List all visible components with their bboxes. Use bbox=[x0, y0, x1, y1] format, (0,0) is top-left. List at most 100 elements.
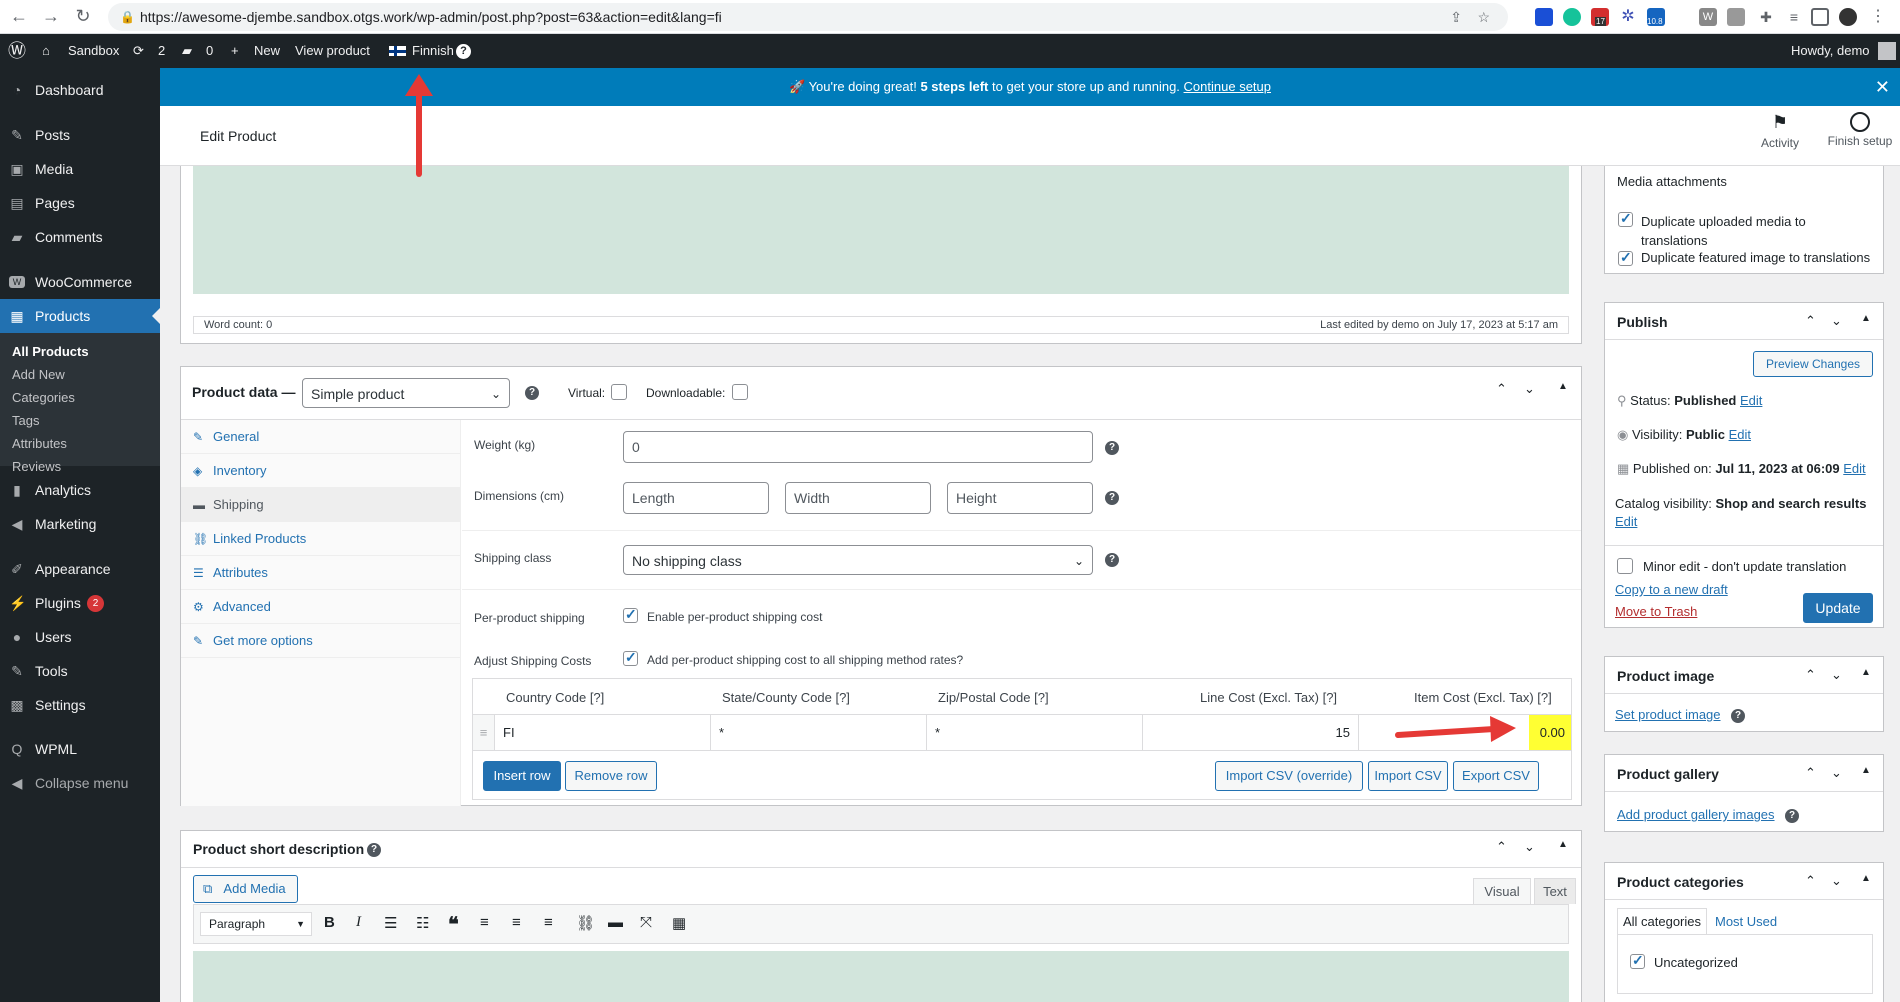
export-csv-button[interactable]: Export CSV bbox=[1453, 761, 1539, 791]
short-desc-canvas[interactable] bbox=[193, 951, 1569, 1002]
width-input[interactable]: Width bbox=[785, 482, 931, 514]
extension-counter-icon[interactable]: 10.8 bbox=[1647, 8, 1665, 26]
menu-users[interactable]: ● Users bbox=[0, 620, 160, 654]
help-icon[interactable]: ? bbox=[1785, 809, 1799, 823]
activity-button[interactable]: ⚑ Activity bbox=[1745, 112, 1815, 150]
updates-icon[interactable]: ⟳ bbox=[133, 34, 144, 68]
submenu-reviews[interactable]: Reviews bbox=[12, 456, 61, 474]
submenu-all-products[interactable]: All Products bbox=[12, 341, 89, 363]
fullscreen-icon[interactable]: ⤧ bbox=[640, 914, 652, 931]
copy-draft-link[interactable]: Copy to a new draft bbox=[1615, 582, 1728, 597]
zip-cell[interactable]: * bbox=[927, 715, 1143, 750]
reading-list-icon[interactable]: ≡ bbox=[1785, 8, 1803, 26]
share-icon[interactable]: ⇪ bbox=[1450, 3, 1462, 31]
bullet-list-icon[interactable]: ☰ bbox=[384, 914, 397, 932]
wordpress-logo-icon[interactable]: Ⓦ bbox=[8, 34, 26, 68]
state-cell[interactable]: * bbox=[711, 715, 927, 750]
star-icon[interactable]: ☆ bbox=[1477, 3, 1490, 31]
edit-status-link[interactable]: Edit bbox=[1740, 393, 1762, 408]
move-up-icon[interactable]: ⌃ bbox=[1805, 667, 1816, 683]
side-panel-icon[interactable] bbox=[1811, 8, 1829, 26]
tab-linked-products[interactable]: ⛓ Linked Products bbox=[181, 522, 461, 556]
tab-most-used[interactable]: Most Used bbox=[1715, 914, 1777, 929]
move-up-icon[interactable]: ⌃ bbox=[1805, 765, 1816, 781]
shipping-class-select[interactable]: No shipping class ⌄ bbox=[623, 545, 1093, 575]
help-icon[interactable]: ? bbox=[1105, 441, 1119, 455]
extension-c-icon[interactable] bbox=[1727, 8, 1745, 26]
set-product-image-link[interactable]: Set product image bbox=[1615, 707, 1721, 722]
weight-input[interactable]: 0 bbox=[623, 431, 1093, 463]
align-left-icon[interactable]: ≡ bbox=[480, 914, 489, 931]
continue-setup-link[interactable]: Continue setup bbox=[1184, 79, 1271, 94]
menu-plugins[interactable]: ⚡ Plugins 2 bbox=[0, 586, 160, 620]
move-up-icon[interactable]: ⌃ bbox=[1805, 873, 1816, 889]
move-down-icon[interactable]: ⌄ bbox=[1831, 765, 1842, 781]
move-down-icon[interactable]: ⌄ bbox=[1524, 839, 1535, 855]
help-icon[interactable]: ? bbox=[367, 843, 381, 857]
product-type-select[interactable]: Simple product ⌄ bbox=[302, 378, 510, 408]
toolbar-toggle-icon[interactable]: ▦ bbox=[672, 914, 686, 932]
menu-tools[interactable]: ✎ Tools bbox=[0, 654, 160, 688]
help-icon[interactable]: ? bbox=[525, 386, 539, 400]
per-product-checkbox[interactable] bbox=[623, 606, 638, 623]
read-more-icon[interactable]: ▬ bbox=[608, 914, 623, 931]
extension-m-icon[interactable] bbox=[1535, 8, 1553, 26]
minor-edit-checkbox[interactable] bbox=[1617, 558, 1633, 574]
menu-posts[interactable]: ✎ Posts bbox=[0, 118, 160, 152]
menu-pages[interactable]: ▤ Pages bbox=[0, 186, 160, 220]
add-gallery-images-link[interactable]: Add product gallery images bbox=[1617, 807, 1775, 822]
menu-wpml[interactable]: Q WPML bbox=[0, 732, 160, 766]
move-to-trash-link[interactable]: Move to Trash bbox=[1615, 604, 1697, 619]
blockquote-icon[interactable]: ❝ bbox=[448, 912, 459, 937]
site-name[interactable]: Sandbox bbox=[68, 34, 119, 68]
submenu-categories[interactable]: Categories bbox=[12, 387, 75, 409]
edit-date-link[interactable]: Edit bbox=[1843, 461, 1865, 476]
menu-marketing[interactable]: ◀ Marketing bbox=[0, 507, 160, 541]
move-up-icon[interactable]: ⌃ bbox=[1496, 381, 1507, 397]
move-down-icon[interactable]: ⌄ bbox=[1524, 381, 1535, 397]
downloadable-checkbox[interactable] bbox=[732, 384, 748, 400]
tab-visual[interactable]: Visual bbox=[1473, 878, 1531, 904]
submenu-attributes[interactable]: Attributes bbox=[12, 433, 67, 455]
tab-text[interactable]: Text bbox=[1534, 878, 1576, 904]
numbered-list-icon[interactable]: ☷ bbox=[416, 914, 429, 932]
tab-shipping[interactable]: ▬ Shipping bbox=[181, 488, 461, 522]
comments-icon[interactable]: ▰ bbox=[182, 34, 192, 68]
extension-calendar-icon[interactable]: 17 bbox=[1591, 8, 1609, 26]
tab-get-more-options[interactable]: ✎ Get more options bbox=[181, 624, 461, 658]
toggle-panel-icon[interactable]: ▲ bbox=[1861, 873, 1871, 884]
menu-dots-icon[interactable]: ⋮ bbox=[1869, 8, 1887, 26]
length-input[interactable]: Length bbox=[623, 482, 769, 514]
menu-analytics[interactable]: ▮ Analytics bbox=[0, 473, 160, 507]
insert-row-button[interactable]: Insert row bbox=[483, 761, 561, 791]
preview-changes-button[interactable]: Preview Changes bbox=[1753, 351, 1873, 377]
extension-w-icon[interactable]: W bbox=[1699, 8, 1717, 26]
add-media-button[interactable]: ⧉ Add Media bbox=[193, 875, 298, 903]
profile-avatar[interactable] bbox=[1839, 8, 1857, 26]
menu-comments[interactable]: ▰ Comments bbox=[0, 220, 160, 254]
italic-icon[interactable]: I bbox=[356, 914, 361, 931]
help-icon[interactable]: ? bbox=[1731, 709, 1745, 723]
toggle-panel-icon[interactable]: ▲ bbox=[1558, 381, 1568, 392]
adjust-checkbox[interactable] bbox=[623, 649, 638, 666]
howdy-user[interactable]: Howdy, demo bbox=[1791, 34, 1870, 68]
editor-canvas[interactable] bbox=[193, 166, 1569, 294]
menu-woocommerce[interactable]: W WooCommerce bbox=[0, 265, 160, 299]
close-icon[interactable]: ✕ bbox=[1875, 68, 1890, 106]
align-right-icon[interactable]: ≡ bbox=[544, 914, 553, 931]
puzzle-icon[interactable]: ✚ bbox=[1757, 8, 1775, 26]
menu-settings[interactable]: ▩ Settings bbox=[0, 688, 160, 722]
link-icon[interactable]: ⛓ bbox=[576, 914, 595, 932]
move-down-icon[interactable]: ⌄ bbox=[1831, 873, 1842, 889]
menu-dashboard[interactable]: ◔ Dashboard bbox=[0, 73, 160, 107]
menu-collapse[interactable]: ◀ Collapse menu bbox=[0, 766, 160, 800]
forward-icon[interactable]: → bbox=[40, 5, 62, 27]
menu-products[interactable]: ▦ Products bbox=[0, 299, 160, 333]
drag-handle-icon[interactable]: ≡ bbox=[473, 715, 495, 750]
toggle-panel-icon[interactable]: ▲ bbox=[1861, 313, 1871, 324]
reload-icon[interactable]: ↻ bbox=[72, 5, 94, 27]
import-csv-override-button[interactable]: Import CSV (override) bbox=[1215, 761, 1363, 791]
comments-count[interactable]: 0 bbox=[206, 34, 213, 68]
tab-attributes[interactable]: ☰ Attributes bbox=[181, 556, 461, 590]
extension-gear-icon[interactable]: ✲ bbox=[1619, 8, 1637, 26]
